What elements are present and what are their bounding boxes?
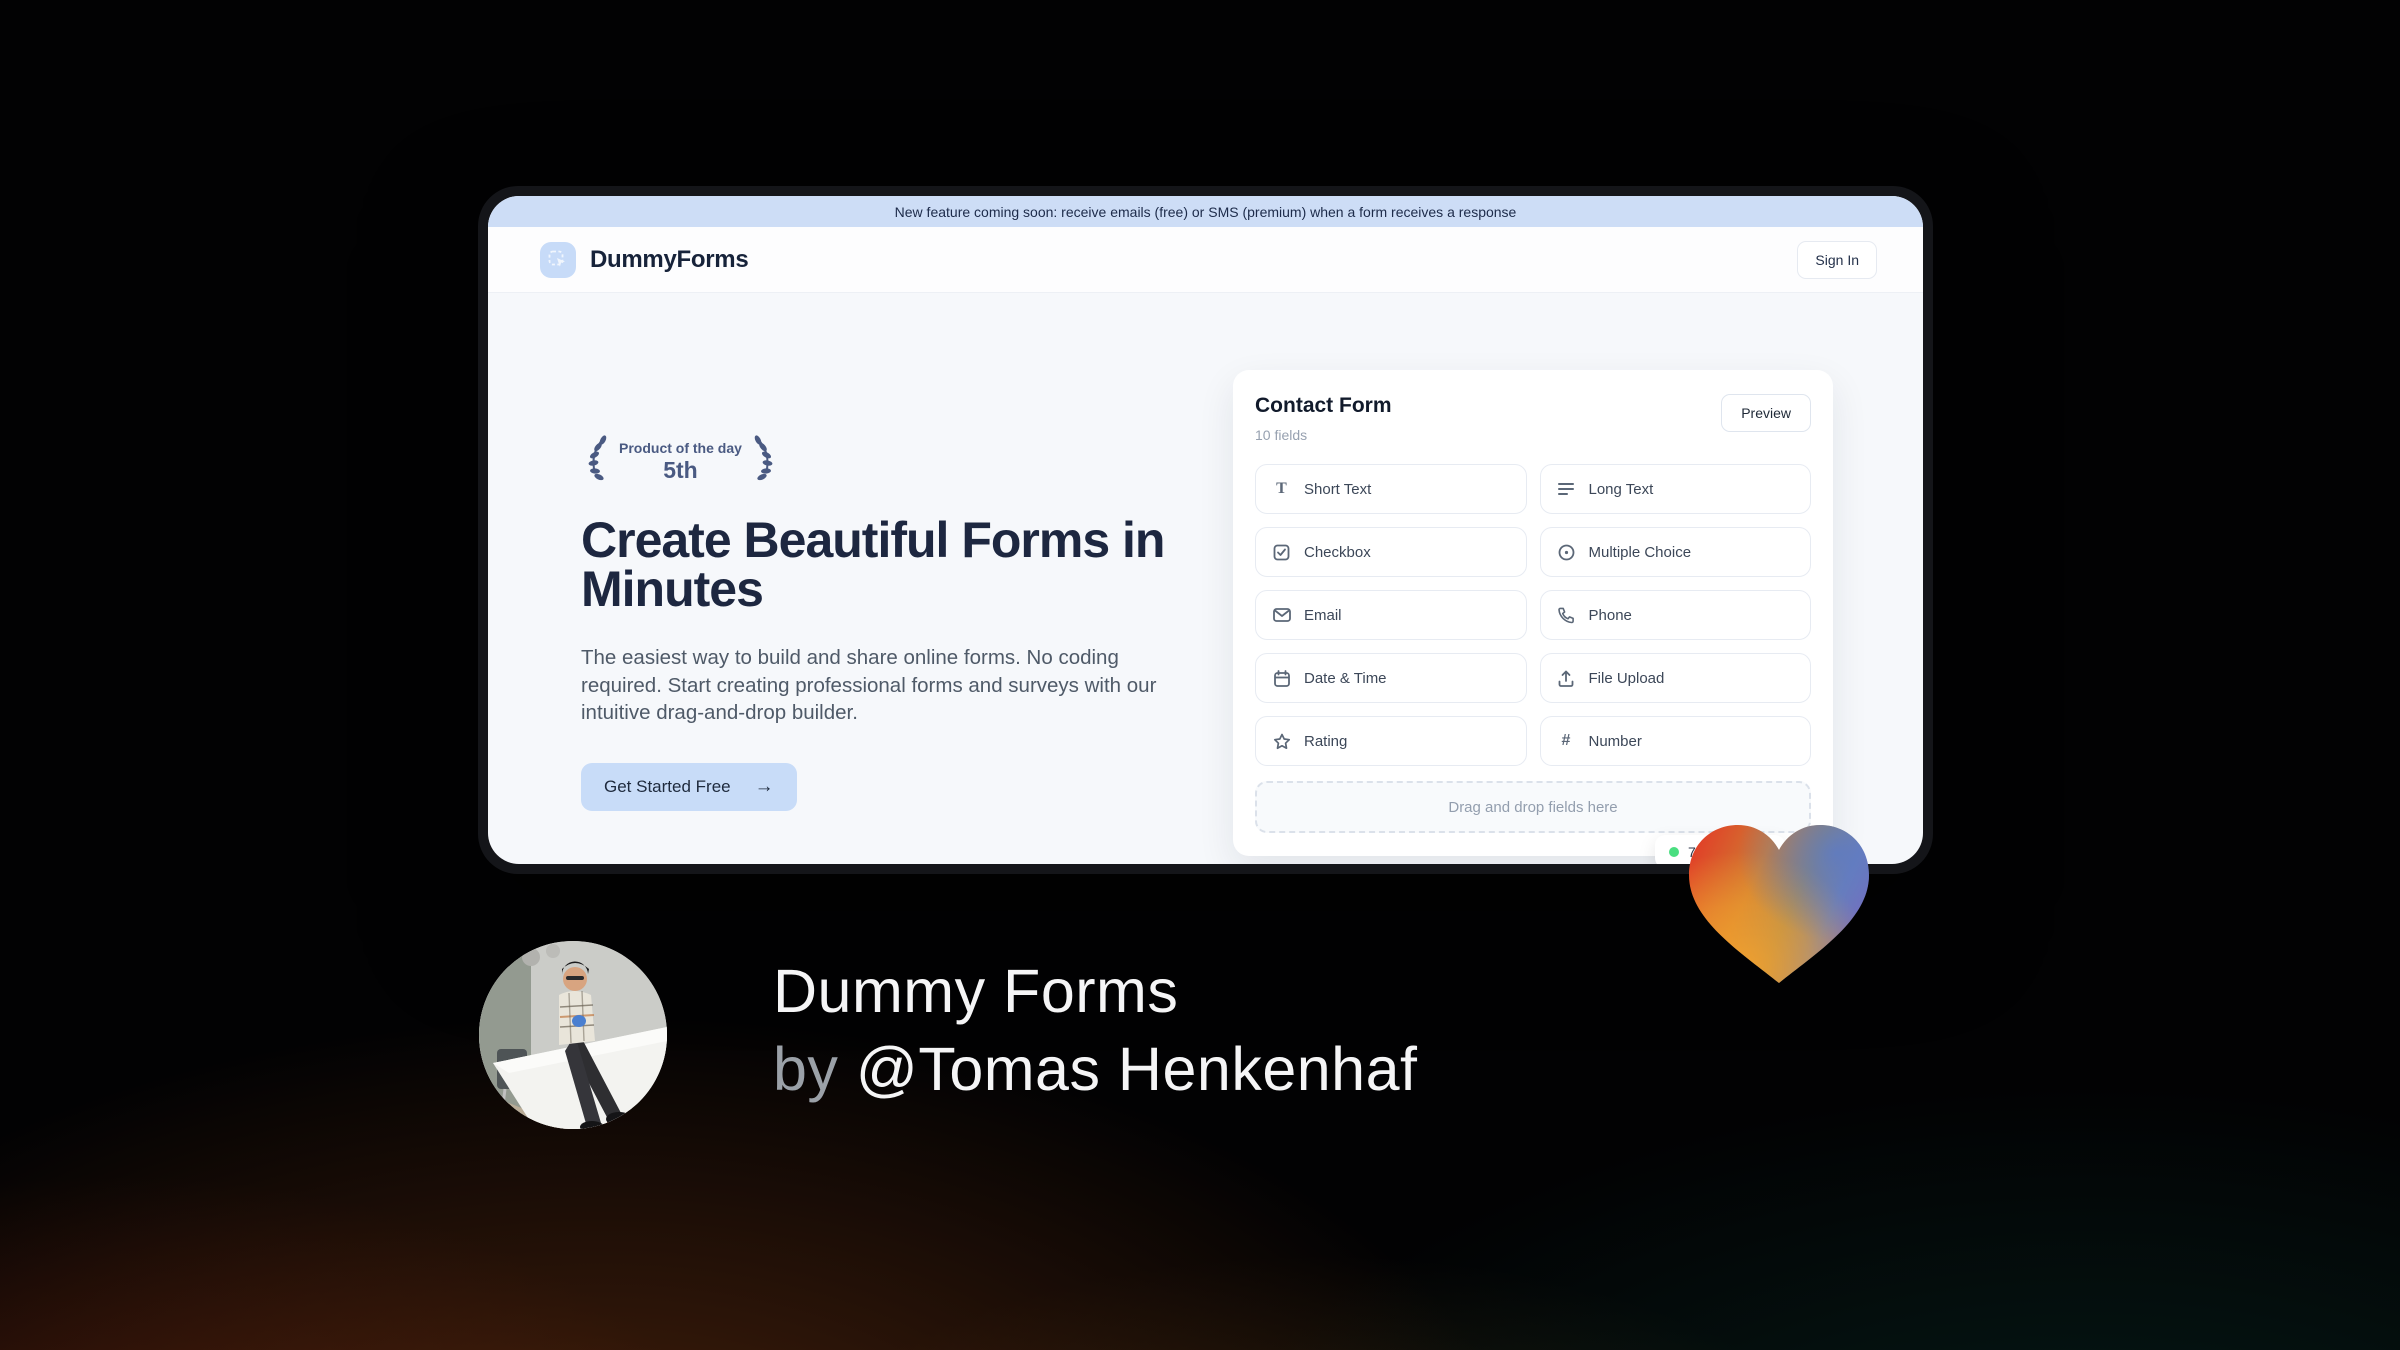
field-long-text[interactable]: Long Text bbox=[1539, 464, 1811, 514]
drag-drop-text: Drag and drop fields here bbox=[1448, 798, 1618, 816]
product-of-the-day-badge: Product of the day 5th bbox=[581, 433, 780, 490]
caption-author: @Tomas Henkenhaf bbox=[855, 1035, 1418, 1103]
form-builder-card: Contact Form 10 fields Preview T Short T… bbox=[1233, 370, 1833, 856]
field-label: Date & Time bbox=[1304, 669, 1387, 687]
announcement-banner: New feature coming soon: receive emails … bbox=[488, 196, 1923, 227]
badge-rank: 5th bbox=[663, 456, 698, 483]
brand-logo-icon bbox=[540, 241, 576, 278]
hash-icon: # bbox=[1561, 732, 1571, 749]
browser-window: New feature coming soon: receive emails … bbox=[478, 186, 1933, 874]
preview-button[interactable]: Preview bbox=[1721, 394, 1811, 432]
field-short-text[interactable]: T Short Text bbox=[1255, 464, 1527, 514]
field-file-upload[interactable]: File Upload bbox=[1539, 653, 1811, 703]
caption-product-name: Dummy Forms bbox=[773, 957, 1179, 1025]
caption-byline: by @Tomas Henkenhaf bbox=[773, 1030, 1417, 1108]
field-label: Phone bbox=[1588, 606, 1632, 624]
hero-section: Product of the day 5th Create Beautiful … bbox=[581, 433, 1166, 811]
sign-in-button[interactable]: Sign In bbox=[1797, 240, 1877, 279]
email-icon bbox=[1272, 606, 1291, 625]
field-phone[interactable]: Phone bbox=[1539, 590, 1811, 640]
long-text-icon bbox=[1557, 480, 1576, 499]
get-started-label: Get Started Free bbox=[604, 776, 731, 796]
site-header: DummyForms Sign In bbox=[488, 227, 1923, 293]
hero-title: Create Beautiful Forms in Minutes bbox=[581, 512, 1165, 617]
brand-name: DummyForms bbox=[590, 245, 749, 273]
field-email[interactable]: Email bbox=[1255, 590, 1527, 640]
caption: Dummy Forms by @Tomas Henkenhaf bbox=[773, 952, 1417, 1108]
upload-icon bbox=[1557, 669, 1576, 688]
field-label: Rating bbox=[1304, 732, 1348, 750]
field-label: Multiple Choice bbox=[1588, 543, 1692, 561]
get-started-button[interactable]: Get Started Free → bbox=[581, 762, 797, 811]
caption-by: by bbox=[773, 1035, 839, 1103]
field-label: Long Text bbox=[1588, 480, 1654, 498]
field-label: Number bbox=[1588, 732, 1642, 750]
field-date-time[interactable]: Date & Time bbox=[1255, 653, 1527, 703]
field-label: File Upload bbox=[1588, 669, 1665, 687]
calendar-icon bbox=[1272, 669, 1291, 688]
badge-text: Product of the day 5th bbox=[617, 440, 744, 484]
badge-title: Product of the day bbox=[619, 439, 742, 456]
field-label: Checkbox bbox=[1304, 543, 1371, 561]
hero-description: The easiest way to build and share onlin… bbox=[581, 646, 1157, 724]
field-number[interactable]: # Number bbox=[1539, 716, 1811, 766]
field-label: Short Text bbox=[1304, 480, 1372, 498]
form-builder-header: Contact Form 10 fields Preview bbox=[1255, 394, 1811, 443]
laurel-right-icon bbox=[750, 433, 780, 490]
website-page: New feature coming soon: receive emails … bbox=[488, 196, 1923, 864]
heart-logo-icon bbox=[1677, 815, 1881, 991]
multiple-choice-icon bbox=[1557, 543, 1576, 562]
field-palette: T Short Text Long Text Checkbox Multiple… bbox=[1255, 464, 1811, 766]
announcement-text: New feature coming soon: receive emails … bbox=[894, 203, 1517, 220]
field-multiple-choice[interactable]: Multiple Choice bbox=[1539, 527, 1811, 577]
short-text-icon: T bbox=[1276, 480, 1287, 497]
checkbox-icon bbox=[1272, 543, 1291, 562]
star-icon bbox=[1272, 732, 1291, 751]
phone-icon bbox=[1557, 606, 1576, 625]
arrow-right-icon: → bbox=[754, 775, 774, 797]
author-avatar bbox=[479, 941, 667, 1129]
laurel-left-icon bbox=[581, 433, 611, 490]
brand: DummyForms bbox=[540, 241, 749, 278]
form-field-count: 10 fields bbox=[1255, 427, 1308, 443]
field-rating[interactable]: Rating bbox=[1255, 716, 1527, 766]
field-checkbox[interactable]: Checkbox bbox=[1255, 527, 1527, 577]
field-label: Email bbox=[1304, 606, 1342, 624]
form-title: Contact Form bbox=[1255, 394, 1392, 417]
form-builder-titles: Contact Form 10 fields bbox=[1255, 394, 1392, 443]
